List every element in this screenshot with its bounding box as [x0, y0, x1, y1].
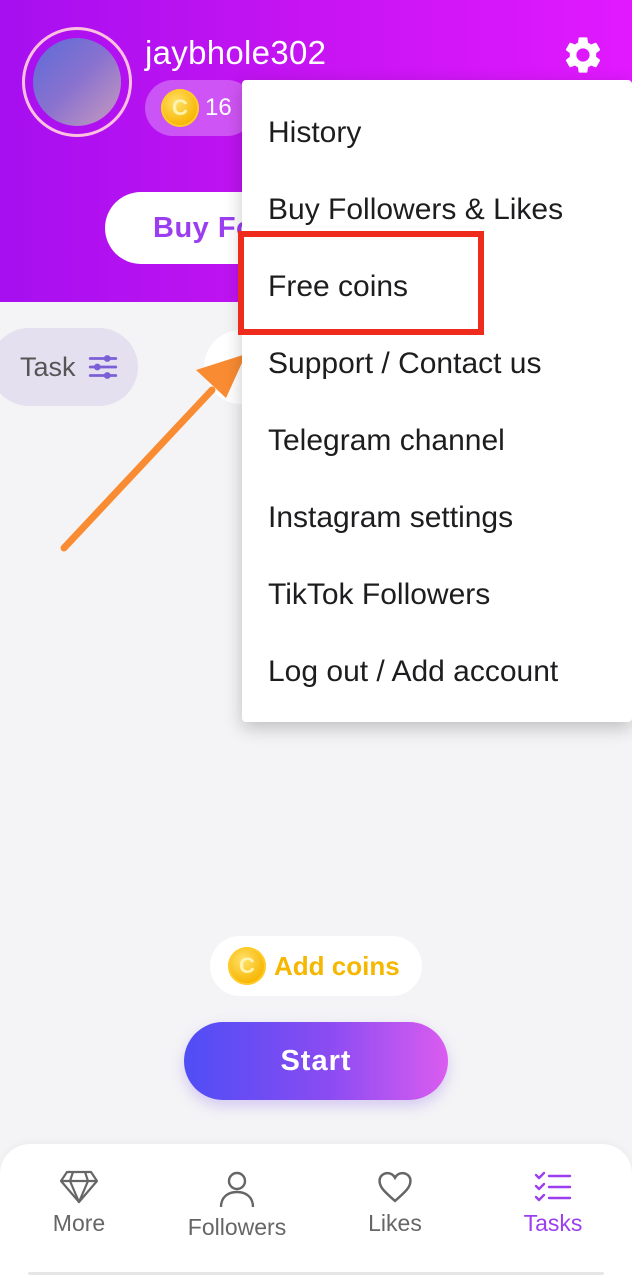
avatar [33, 38, 121, 126]
task-filter-label: Task [20, 351, 76, 382]
highlight-box [238, 231, 484, 335]
nav-label-tasks: Tasks [523, 1210, 583, 1236]
menu-item-history[interactable]: History [242, 94, 632, 171]
nav-label-more: More [52, 1210, 106, 1236]
diamond-icon [59, 1170, 99, 1204]
checklist-icon [534, 1171, 572, 1202]
gear-icon [565, 37, 601, 73]
menu-item-logout-add-account[interactable]: Log out / Add account [242, 633, 632, 710]
menu-item-support-contact[interactable]: Support / Contact us [242, 325, 632, 402]
nav-item-likes[interactable]: Likes [316, 1144, 474, 1264]
settings-button[interactable] [558, 30, 608, 80]
task-filter-chip[interactable]: Task [0, 328, 138, 406]
nav-item-followers[interactable]: Followers [158, 1144, 316, 1264]
avatar-ring[interactable] [22, 27, 132, 137]
start-button[interactable]: Start [184, 1022, 448, 1100]
coin-balance: 16 [205, 94, 232, 121]
menu-item-tiktok-followers[interactable]: TikTok Followers [242, 556, 632, 633]
add-coins-label: Add coins [274, 950, 400, 981]
person-icon [219, 1171, 255, 1208]
settings-dropdown-menu: History Buy Followers & Likes Free coins… [242, 80, 632, 722]
coin-icon: C [228, 947, 266, 985]
nav-item-more[interactable]: More [0, 1144, 158, 1264]
coin-icon: C [161, 89, 199, 127]
nav-item-tasks[interactable]: Tasks [474, 1144, 632, 1264]
menu-item-instagram-settings[interactable]: Instagram settings [242, 479, 632, 556]
nav-label-likes: Likes [368, 1210, 422, 1236]
home-indicator [28, 1272, 604, 1275]
menu-item-telegram-channel[interactable]: Telegram channel [242, 402, 632, 479]
add-coins-button[interactable]: C Add coins [210, 936, 422, 996]
sliders-icon [88, 355, 117, 379]
username: jaybhole302 [145, 34, 327, 71]
bottom-navigation: More Followers Likes Tasks [0, 1144, 632, 1280]
coin-balance-pill[interactable]: C 16 [145, 80, 255, 136]
app-root: jaybhole302 C 16 Buy Fo Task History Buy… [0, 0, 632, 1280]
heart-icon [378, 1171, 412, 1203]
nav-label-followers: Followers [187, 1214, 287, 1240]
